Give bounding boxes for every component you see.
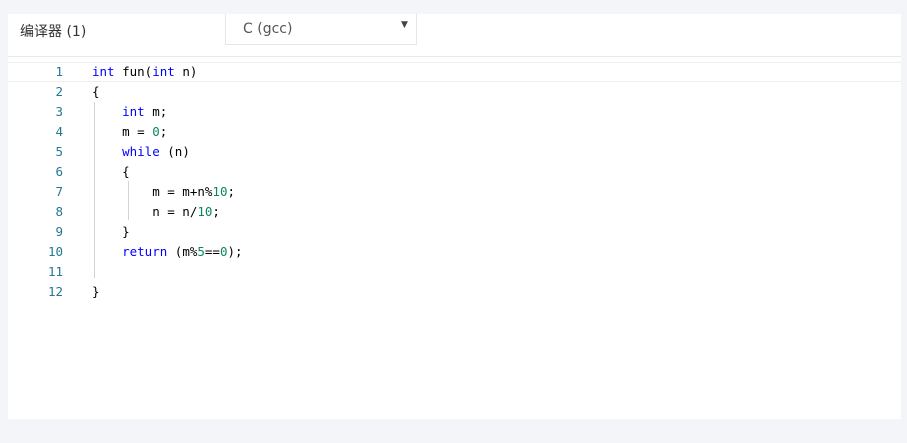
code-number: 5 <box>197 244 205 259</box>
code-token: (n) <box>159 144 190 159</box>
compiler-label: 编译器 (1) <box>20 24 87 40</box>
code-line[interactable]: 8 n = n/10; <box>8 202 901 222</box>
code-text: m = 0; <box>92 122 167 142</box>
compiler-panel: 编译器 (1) C (gcc) ▼ 1 int fun(int n) 2{3 int… <box>8 14 901 419</box>
code-token: m = m+n% <box>92 184 213 199</box>
line-number: 3 <box>55 104 63 119</box>
code-text: n = n/10; <box>92 202 220 222</box>
code-line[interactable]: 6 { <box>8 162 901 182</box>
code-token: { <box>92 164 130 179</box>
code-token: ); <box>227 244 243 259</box>
code-line[interactable]: 2{ <box>8 82 901 102</box>
code-line[interactable]: 1 int fun(int n) <box>8 62 901 82</box>
code-line[interactable]: 3 int m; <box>8 102 901 122</box>
code-token: { <box>92 84 100 99</box>
code-text: int m; <box>92 102 167 122</box>
code-token: m = <box>92 124 153 139</box>
code-text: int fun(int n) <box>92 63 197 81</box>
code-keyword: int <box>92 64 115 79</box>
code-line[interactable]: 11 <box>8 262 901 282</box>
compiler-toolbar: 编译器 (1) C (gcc) ▼ <box>8 14 901 57</box>
code-line[interactable]: 12} <box>8 282 901 302</box>
code-line[interactable]: 5 while (n) <box>8 142 901 162</box>
caret-down-icon: ▼ <box>401 20 408 30</box>
language-select[interactable]: C (gcc) ▼ <box>225 14 417 45</box>
code-line[interactable]: 9 } <box>8 222 901 242</box>
line-number: 1 <box>55 64 63 79</box>
code-keyword: return <box>122 244 168 259</box>
code-text: m = m+n%10; <box>92 182 235 202</box>
line-number: 11 <box>47 264 63 279</box>
code-token: n = n/ <box>92 204 198 219</box>
code-token: (m% <box>167 244 198 259</box>
code-token: } <box>92 224 130 239</box>
code-text: { <box>92 162 130 182</box>
line-number: 6 <box>55 164 63 179</box>
line-number: 12 <box>47 284 63 299</box>
code-number: 0 <box>219 244 228 259</box>
line-number: 10 <box>47 244 63 259</box>
code-text: } <box>92 222 130 242</box>
code-line[interactable]: 10 return (m%5==0); <box>8 242 901 262</box>
code-token: ; <box>212 204 220 219</box>
code-keyword: int <box>152 64 175 79</box>
code-text: return (m%5==0); <box>92 242 243 262</box>
code-line[interactable]: 7 m = m+n%10; <box>8 182 901 202</box>
code-keyword: int <box>122 104 145 119</box>
code-editor[interactable]: 1 int fun(int n) 2{3 int m; 4 m = 0; 5 while… <box>8 57 901 419</box>
line-number: 5 <box>55 144 63 159</box>
code-token: ; <box>227 184 236 199</box>
code-token: fun( <box>114 64 153 79</box>
language-select-value: C (gcc) <box>243 21 293 37</box>
code-token: n) <box>174 64 198 79</box>
code-text: while (n) <box>92 142 190 162</box>
line-number: 2 <box>55 84 63 99</box>
line-number: 8 <box>55 204 63 219</box>
line-number: 7 <box>55 184 63 199</box>
code-token: ; <box>159 124 168 139</box>
code-number: 10 <box>197 204 213 219</box>
line-number: 9 <box>55 224 63 239</box>
code-text: { <box>92 82 100 102</box>
code-keyword: while <box>122 144 160 159</box>
code-line[interactable]: 4 m = 0; <box>8 122 901 142</box>
code-text: } <box>92 282 100 302</box>
code-token: m; <box>144 104 168 119</box>
code-number: 0 <box>152 124 160 139</box>
code-token: } <box>92 284 100 299</box>
code-number: 10 <box>212 184 228 199</box>
line-number: 4 <box>55 124 63 139</box>
code-token: == <box>204 244 220 259</box>
